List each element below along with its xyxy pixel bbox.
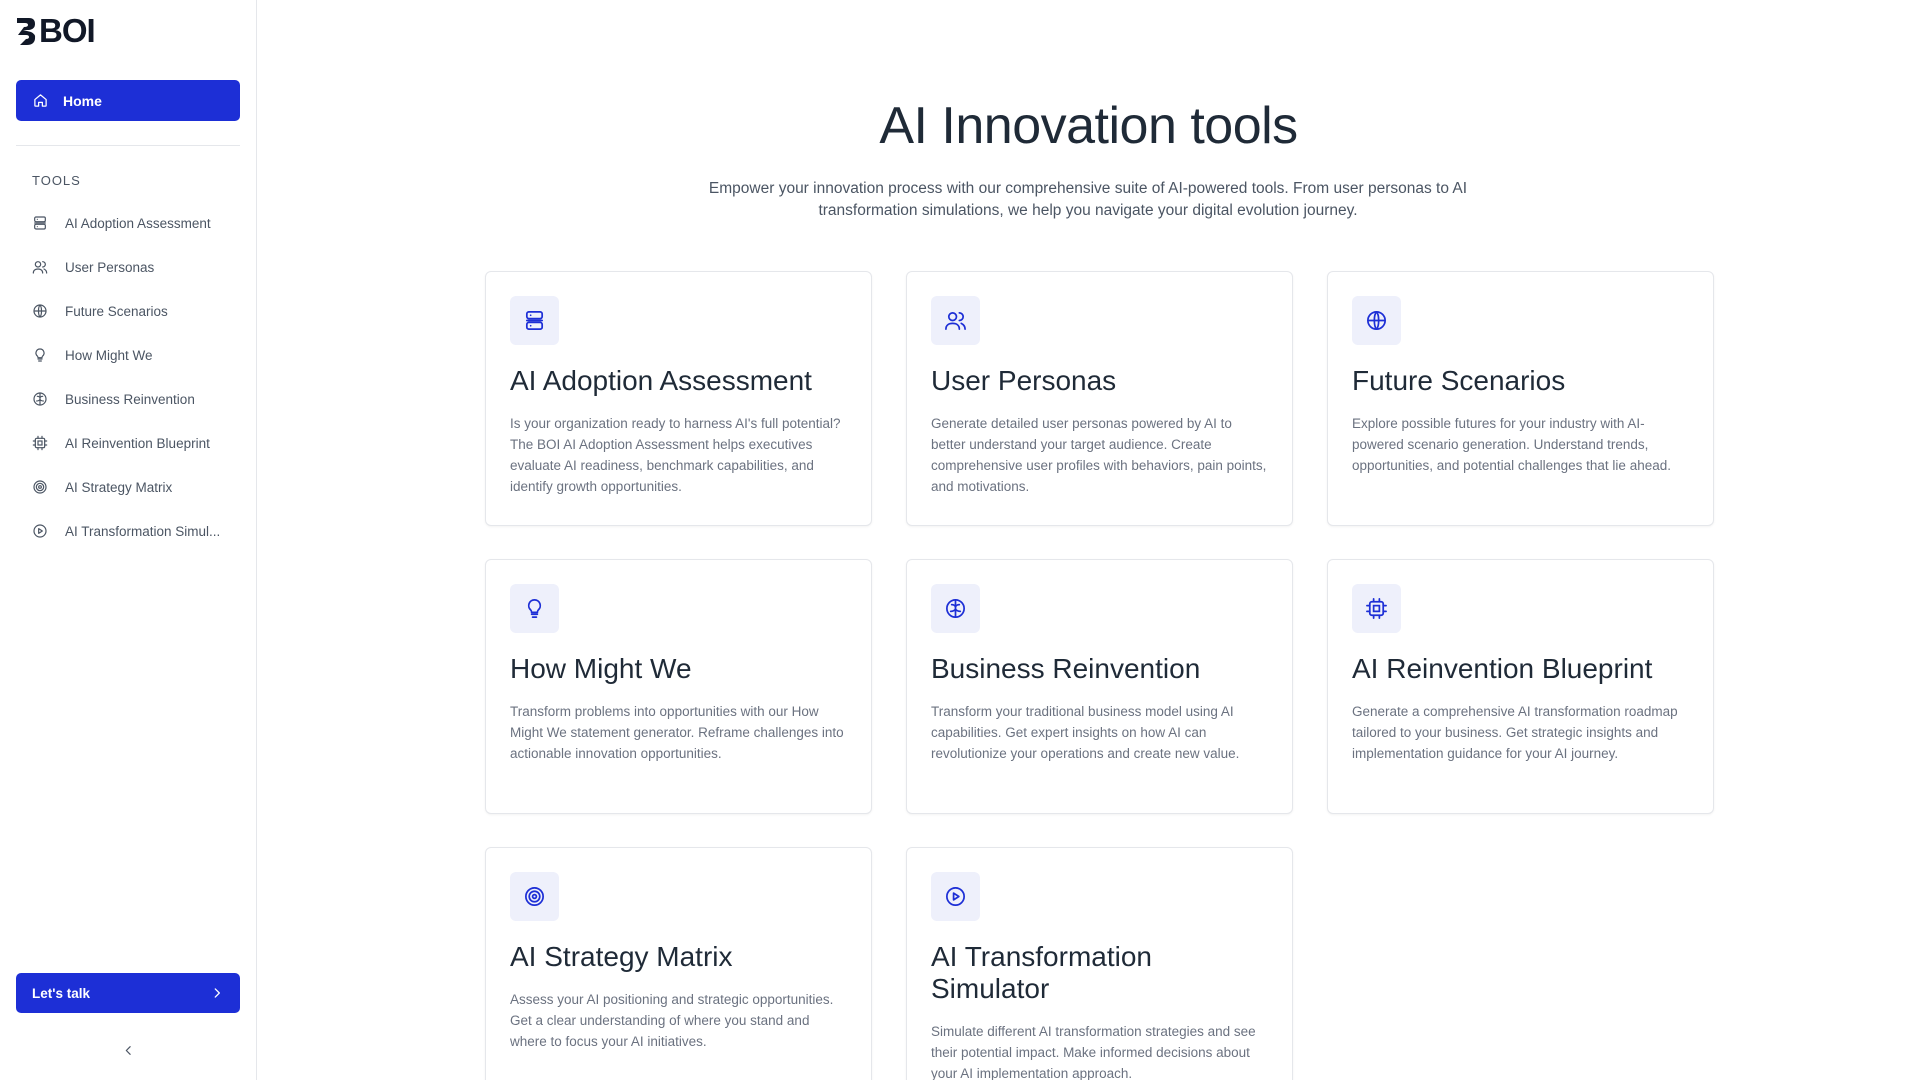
card-icon-container [931,872,980,921]
sidebar-item-label: Business Reinvention [65,391,195,407]
card-icon-container [510,296,559,345]
card-title: Future Scenarios [1352,365,1566,396]
users-icon [945,311,966,330]
server-icon [525,311,544,330]
card-icon-container [931,584,980,633]
card-description: Simulate different AI transformation str… [931,1024,1256,1080]
play-circle-icon [33,524,47,538]
target-icon [33,480,47,494]
brand-logo[interactable]: BOI [15,12,96,49]
tools-nav: AI Adoption Assessment User Personas Fut… [16,201,240,553]
target-icon [525,887,544,906]
tools-heading: TOOLS [32,173,81,188]
card-icon-container [1352,584,1401,633]
sidebar-item-ai-strategy-matrix[interactable]: AI Strategy Matrix [16,465,240,509]
sidebar-item-ai-reinvention-blueprint[interactable]: AI Reinvention Blueprint [16,421,240,465]
home-icon [34,94,47,107]
sidebar-divider [16,145,240,146]
home-label: Home [63,92,102,109]
card-title: AI Strategy Matrix [510,941,733,972]
sidebar-item-label: AI Reinvention Blueprint [65,435,210,451]
card-description: Transform your traditional business mode… [931,704,1240,761]
card-title: How Might We [510,653,692,684]
tool-card-business-reinvention[interactable]: Business Reinvention Transform your trad… [906,559,1293,814]
card-icon-container [931,296,980,345]
tool-card-user-personas[interactable]: User Personas Generate detailed user per… [906,271,1293,526]
play-circle-icon [946,887,965,906]
chevron-left-icon [125,1045,131,1055]
card-title: AI Transformation Simulator [931,941,1152,1004]
sidebar-item-label: AI Strategy Matrix [65,479,173,495]
tool-card-ai-strategy-matrix[interactable]: AI Strategy Matrix Assess your AI positi… [485,847,872,1080]
sidebar-item-ai-transformation-simulator[interactable]: AI Transformation Simul... [16,509,240,553]
sidebar-item-label: AI Transformation Simul... [65,523,221,539]
sidebar-item-label: Future Scenarios [65,303,168,319]
card-description: Is your organization ready to harness AI… [510,416,841,494]
collapse-sidebar-button[interactable] [118,1040,138,1060]
sidebar-item-label: How Might We [65,347,153,363]
cpu-icon [32,435,48,451]
sidebar-item-future-scenarios[interactable]: Future Scenarios [16,289,240,333]
globe-icon [33,304,47,318]
card-description: Transform problems into opportunities wi… [510,704,844,761]
card-description: Explore possible futures for your indust… [1352,416,1671,473]
brain-icon [946,599,965,618]
tool-card-ai-reinvention-blueprint[interactable]: AI Reinvention Blueprint Generate a comp… [1327,559,1714,814]
card-title: User Personas [931,365,1117,396]
logo-mark-icon [17,18,36,45]
cpu-icon [1366,598,1387,619]
sidebar-item-user-personas[interactable]: User Personas [16,245,240,289]
sidebar-item-business-reinvention[interactable]: Business Reinvention [16,377,240,421]
lightbulb-icon [35,348,45,362]
card-title: AI Adoption Assessment [510,365,812,396]
card-icon-container [1352,296,1401,345]
page-title: AI Innovation tools [879,97,1298,155]
lets-talk-button[interactable]: Let's talk [16,973,240,1013]
sidebar-item-ai-adoption-assessment[interactable]: AI Adoption Assessment [16,201,240,245]
lets-talk-label: Let's talk [32,985,90,1001]
sidebar-item-label: AI Adoption Assessment [65,215,211,231]
sidebar: BOI Home TOOLS AI Adoption Assessment Us… [0,0,257,1080]
sidebar-item-label: User Personas [65,259,155,275]
logo-text: BOI [39,12,96,49]
card-description: Generate detailed user personas powered … [931,416,1267,494]
card-title: AI Reinvention Blueprint [1352,653,1653,684]
sidebar-item-how-might-we[interactable]: How Might We [16,333,240,377]
brain-icon [33,392,47,406]
main-content: AI Innovation tools Empower your innovat… [257,0,1920,1080]
lightbulb-icon [527,599,542,618]
card-description: Assess your AI positioning and strategic… [510,992,834,1049]
tool-card-future-scenarios[interactable]: Future Scenarios Explore possible future… [1327,271,1714,526]
tool-card-ai-adoption-assessment[interactable]: AI Adoption Assessment Is your organizat… [485,271,872,526]
card-icon-container [510,872,559,921]
card-description: Generate a comprehensive AI transformati… [1352,704,1678,761]
tool-card-ai-transformation-simulator[interactable]: AI Transformation Simulator Simulate dif… [906,847,1293,1080]
users-icon [32,261,48,274]
card-icon-container [510,584,559,633]
tool-card-how-might-we[interactable]: How Might We Transform problems into opp… [485,559,872,814]
chevron-right-icon [214,988,220,998]
home-nav-button[interactable]: Home [16,80,240,121]
globe-icon [1367,311,1386,330]
server-icon [34,216,46,230]
card-title: Business Reinvention [931,653,1201,684]
page-subtitle: Empower your innovation process with our… [708,180,1468,219]
